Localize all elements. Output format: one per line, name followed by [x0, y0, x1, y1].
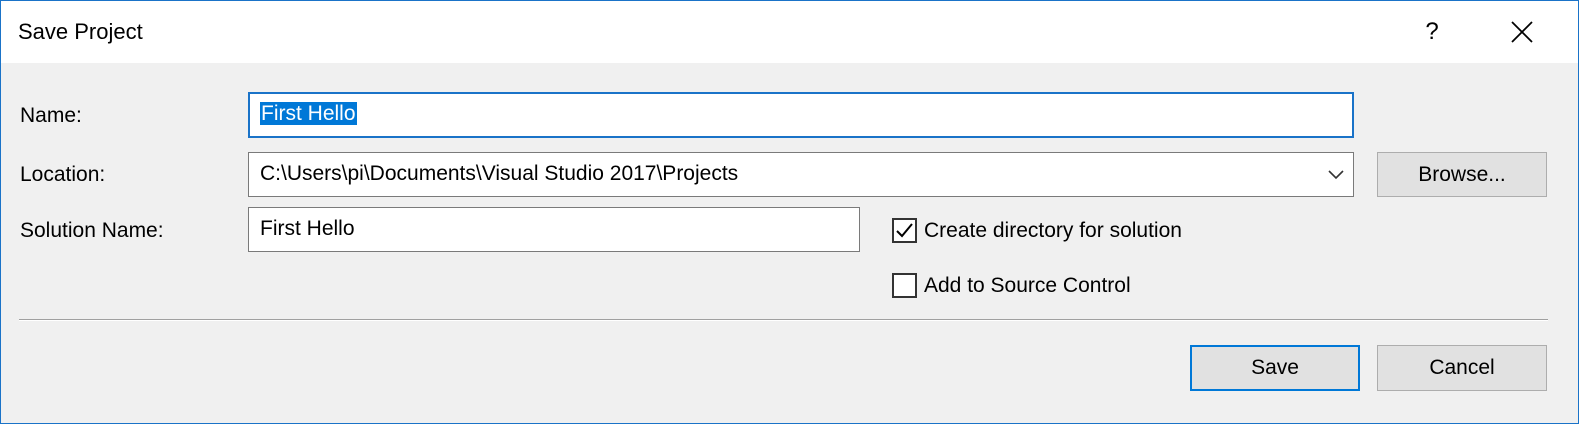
name-label: Name:	[20, 104, 82, 127]
dialog-title: Save Project	[18, 19, 143, 44]
title-bar: Save Project ?	[1, 1, 1578, 63]
source-control-label[interactable]: Add to Source Control	[924, 273, 1131, 299]
location-label: Location:	[20, 163, 106, 186]
solution-name-label: Solution Name:	[20, 219, 164, 242]
close-icon	[1511, 21, 1533, 43]
help-button[interactable]: ?	[1405, 11, 1459, 53]
solution-name-input[interactable]: First Hello	[248, 207, 860, 252]
save-button[interactable]: Save	[1190, 345, 1360, 391]
source-control-checkbox[interactable]	[892, 273, 917, 298]
save-project-dialog: Save Project ? Name: First Hello Locatio…	[0, 0, 1579, 424]
create-directory-label[interactable]: Create directory for solution	[924, 218, 1182, 244]
solution-name-value: First Hello	[260, 217, 355, 240]
location-combobox[interactable]: C:\Users\pi\Documents\Visual Studio 2017…	[248, 152, 1354, 197]
name-input[interactable]: First Hello	[248, 92, 1354, 138]
browse-button[interactable]: Browse...	[1377, 152, 1547, 197]
create-directory-checkbox[interactable]	[892, 218, 917, 243]
name-input-value: First Hello	[260, 102, 357, 125]
close-button[interactable]	[1493, 11, 1551, 53]
separator	[19, 319, 1548, 321]
cancel-button[interactable]: Cancel	[1377, 345, 1547, 391]
location-value: C:\Users\pi\Documents\Visual Studio 2017…	[260, 162, 739, 185]
checkmark-icon	[896, 223, 913, 238]
chevron-down-icon[interactable]	[1327, 165, 1345, 183]
